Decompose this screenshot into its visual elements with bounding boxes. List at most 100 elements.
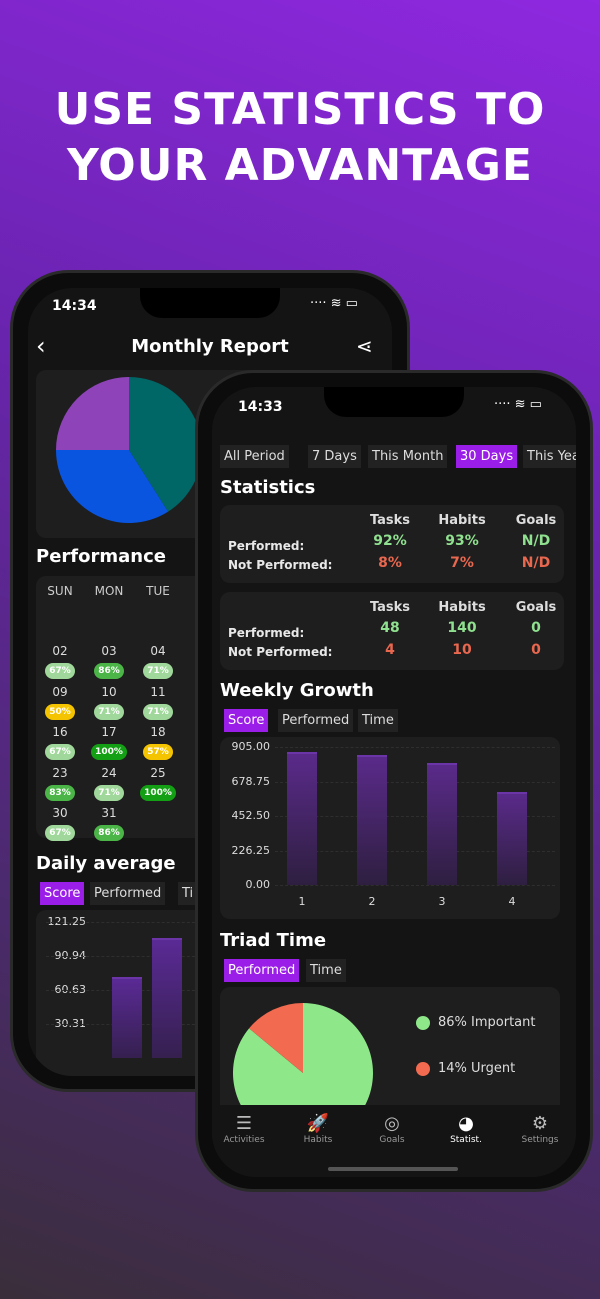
front-screen: 14:33 ···· ≋ ▭ All Period 7 Days This Mont…: [212, 387, 576, 1177]
y-tick-label: 452.50: [231, 809, 271, 822]
nav-item-goals[interactable]: ◎ Goals: [357, 1113, 427, 1145]
weekly-tab[interactable]: Performed: [278, 709, 354, 732]
legend-label: 86% Important: [438, 1015, 536, 1030]
performed-value: 92%: [373, 533, 407, 549]
column-header: Habits: [438, 600, 486, 615]
daily-tab[interactable]: Performed: [90, 882, 166, 905]
weekday-label: SUN: [47, 584, 73, 598]
legend-item: 14% Urgent: [416, 1061, 515, 1076]
day-percent-badge: 100%: [91, 744, 127, 760]
grid-line: [275, 885, 555, 886]
bar: [112, 977, 142, 1058]
triad-tab[interactable]: Time: [306, 959, 346, 982]
calendar-day[interactable]: 10 71%: [89, 685, 129, 720]
bar: [152, 937, 182, 1058]
calendar-day[interactable]: 03 86%: [89, 644, 129, 679]
bar: [427, 763, 457, 885]
day-percent-badge: 57%: [143, 744, 173, 760]
calendar-day[interactable]: 18 57%: [138, 725, 178, 760]
y-tick-label: 226.25: [231, 843, 271, 857]
legend-swatch: [416, 1061, 430, 1076]
calendar-day[interactable]: 31 86%: [89, 806, 129, 841]
nav-label: Goals: [379, 1135, 405, 1145]
nav-label: Habits: [303, 1135, 333, 1145]
day-number: 31: [101, 806, 117, 820]
legend-label: 14% Urgent: [438, 1061, 516, 1076]
period-tab[interactable]: All Period: [220, 445, 289, 468]
weekly-growth-chart: 905.00 678.75 452.50 226.25 0.00 1 2 3 4: [220, 737, 560, 919]
statistics-title: Statistics: [220, 477, 316, 498]
nav-item-activities[interactable]: ☰ Activities: [212, 1113, 279, 1145]
day-number: 09: [52, 684, 68, 699]
performed-value: 0: [531, 620, 541, 636]
pie-chart-icon: ◕: [458, 1113, 474, 1134]
nav-item-settings[interactable]: ⚙ Settings: [505, 1113, 575, 1145]
x-tick-label: 2: [368, 895, 376, 908]
not-performed-value: 4: [385, 642, 395, 658]
weekday-label: TUE: [146, 584, 170, 598]
period-tab[interactable]: 30 Days: [456, 445, 518, 468]
performed-label: Performed:: [228, 626, 305, 640]
triad-tab[interactable]: Performed: [224, 959, 300, 982]
calendar-day[interactable]: 17 100%: [89, 725, 129, 760]
calendar-day[interactable]: 23 83%: [40, 766, 80, 801]
pie-slice: [56, 377, 129, 450]
calendar-day[interactable]: 16 67%: [40, 725, 80, 760]
x-tick-label: 4: [508, 895, 516, 908]
nav-item-habits[interactable]: 🚀 Habits: [283, 1113, 353, 1145]
y-tick-label: 0.00: [245, 878, 271, 891]
nav-item-statist[interactable]: ◕ Statist.: [431, 1113, 501, 1145]
list-icon: ☰: [235, 1113, 253, 1134]
legend-swatch: [416, 1015, 430, 1030]
monthly-pie-chart: [56, 377, 202, 523]
not-performed-value: 8%: [378, 555, 402, 571]
performed-value: N/D: [521, 533, 551, 549]
headline: USE STATISTICS TO YOUR ADVANTAGE: [54, 84, 546, 191]
triad-time-chart: 86% Important 14% Urgent: [220, 987, 560, 1117]
day-percent-badge: 71%: [143, 703, 173, 720]
day-number: 24: [101, 765, 117, 780]
gear-icon: ⚙: [531, 1113, 549, 1134]
day-number: 02: [52, 644, 68, 658]
calendar-day[interactable]: 25 100%: [138, 766, 178, 801]
day-number: 10: [101, 684, 117, 699]
daily-tab[interactable]: Score: [40, 882, 85, 905]
status-time: 14:34: [52, 298, 97, 314]
count-stats-card: Tasks Habits Goals Performed: Not Performed:…: [220, 592, 564, 670]
weekly-tab[interactable]: Time: [358, 709, 398, 732]
not-performed-value: N/D: [521, 555, 551, 571]
weekly-growth-title: Weekly Growth: [220, 680, 374, 701]
calendar-day[interactable]: 04 71%: [138, 644, 178, 679]
performance-title: Performance: [36, 546, 166, 567]
triad-pie-chart: [233, 1003, 373, 1117]
day-number: 11: [150, 684, 166, 699]
grid-line: [275, 747, 555, 748]
not-performed-value: 0: [531, 642, 541, 658]
home-indicator: [328, 1167, 458, 1171]
day-percent-badge: 86%: [94, 663, 124, 679]
period-tab[interactable]: This Yea: [523, 445, 576, 468]
performed-value: 93%: [445, 533, 479, 549]
triad-time-title: Triad Time: [220, 930, 327, 951]
column-header: Goals: [515, 513, 557, 528]
period-tab[interactable]: This Month: [368, 445, 448, 468]
calendar-day[interactable]: 24 71%: [89, 766, 129, 801]
weekly-tab[interactable]: Score: [224, 709, 269, 732]
rocket-icon: 🚀: [306, 1113, 330, 1134]
percent-stats-card: Tasks Habits Goals Performed: Not Performed:…: [220, 505, 564, 583]
performed-value: 140: [447, 620, 477, 636]
calendar-day[interactable]: 09 50%: [40, 685, 80, 720]
calendar-day[interactable]: 30 67%: [40, 806, 80, 841]
x-tick-label: 3: [438, 895, 446, 908]
calendar-day[interactable]: 02 67%: [40, 644, 80, 679]
not-performed-value: 10: [452, 642, 472, 658]
calendar-day[interactable]: 11 71%: [138, 685, 178, 720]
nav-label: Settings: [521, 1135, 559, 1145]
bar: [497, 791, 527, 885]
day-percent-badge: 71%: [143, 663, 173, 679]
share-icon[interactable]: ⋖: [356, 334, 373, 358]
period-tab[interactable]: 7 Days: [308, 445, 361, 468]
bar: [357, 754, 387, 885]
target-icon: ◎: [384, 1113, 400, 1134]
day-number: 04: [150, 644, 166, 658]
